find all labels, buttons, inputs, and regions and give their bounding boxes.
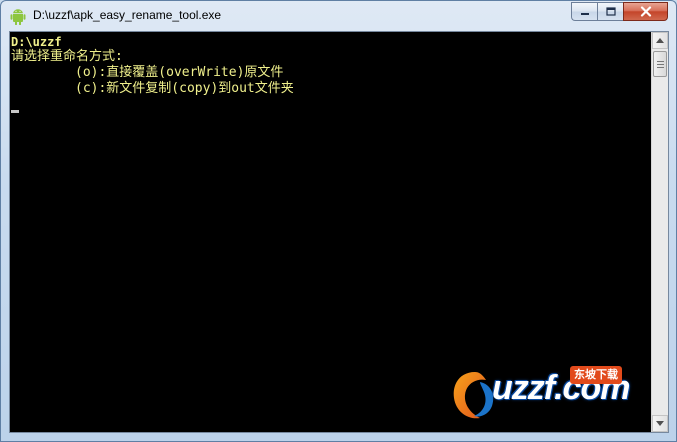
maximize-button[interactable] (597, 2, 623, 21)
watermark-badge: 东坡下载 (570, 366, 622, 384)
arrow-up-icon (656, 38, 664, 43)
thumb-grip (656, 66, 664, 68)
close-icon (640, 6, 651, 17)
console-line-option-overwrite: (o):直接覆盖(overWrite)原文件 (75, 65, 284, 80)
console-window: D:\uzzf\apk_easy_rename_tool.exe D:\uzzf… (0, 0, 677, 442)
scrollbar-thumb[interactable] (653, 51, 667, 77)
arrow-down-icon (656, 421, 664, 426)
thumb-grip (656, 60, 664, 62)
console-output[interactable]: D:\uzzf 请选择重命名方式: (o):直接覆盖(overWrite)原文件… (10, 32, 652, 432)
window-title: D:\uzzf\apk_easy_rename_tool.exe (33, 8, 222, 22)
close-button[interactable] (623, 2, 668, 21)
title-bar[interactable]: D:\uzzf\apk_easy_rename_tool.exe (1, 1, 676, 31)
console-line-path: D:\uzzf (11, 35, 62, 49)
scroll-up-button[interactable] (652, 32, 668, 49)
watermark-logo: uzzf.com 东坡下载 (450, 366, 640, 426)
console-client-area: D:\uzzf 请选择重命名方式: (o):直接覆盖(overWrite)原文件… (9, 31, 669, 433)
maximize-icon (605, 7, 616, 16)
console-line-option-copy: (c):新文件复制(copy)到out文件夹 (75, 81, 294, 96)
android-icon (10, 9, 26, 25)
minimize-button[interactable] (571, 2, 597, 21)
caption-buttons (571, 2, 668, 21)
console-line-prompt: 请选择重命名方式: (11, 49, 123, 64)
scroll-down-button[interactable] (652, 415, 668, 432)
vertical-scrollbar[interactable] (651, 32, 668, 432)
text-cursor (11, 110, 19, 113)
minimize-icon (580, 12, 589, 15)
thumb-grip (656, 63, 664, 65)
